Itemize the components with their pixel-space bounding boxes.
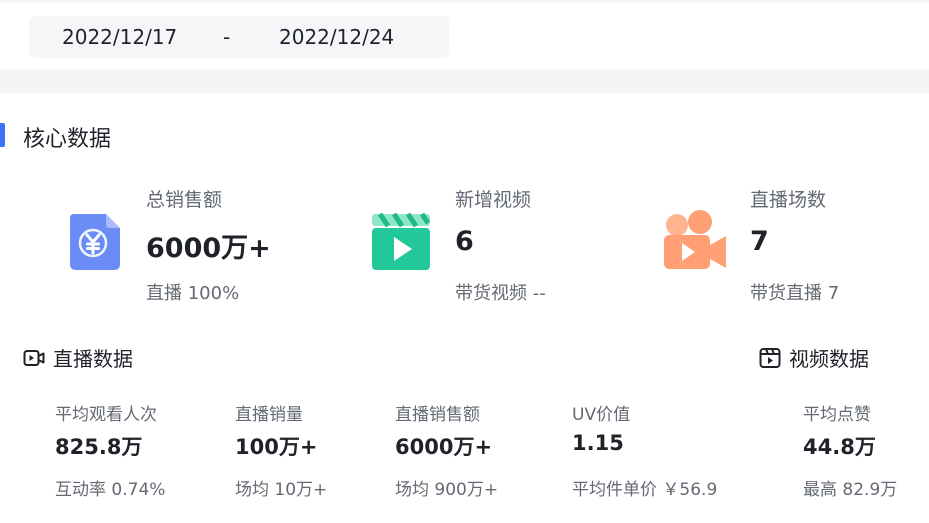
video-data-title: 视频数据: [789, 347, 869, 371]
kpi-value-total-sales: 6000万+: [146, 233, 271, 264]
kpi-value-live-sessions: 7: [750, 226, 769, 257]
date-filter-card: 2022/12/17 - 2022/12/24: [0, 3, 929, 69]
video-clapper-icon: [759, 347, 781, 368]
metric-label-avg-likes: 平均点赞: [803, 405, 871, 425]
metric-sub-live-volume: 场均 10万+: [235, 480, 328, 500]
kpi-label-live-sessions: 直播场数: [750, 189, 827, 211]
date-separator: -: [223, 25, 231, 49]
metric-value-live-volume: 100万+: [235, 435, 318, 459]
kpi-label-total-sales: 总销售额: [146, 189, 223, 211]
live-camera-icon: [23, 349, 45, 366]
metric-sub-live-sales: 场均 900万+: [395, 480, 499, 500]
date-range-picker[interactable]: 2022/12/17 - 2022/12/24: [29, 16, 449, 58]
metric-value-avg-viewers: 825.8万: [55, 435, 143, 459]
clapperboard-play-icon: [372, 212, 431, 270]
video-camera-icon: [664, 210, 726, 269]
kpi-sub-total-sales: 直播 100%: [146, 283, 240, 304]
video-data-header[interactable]: 视频数据: [759, 343, 869, 372]
metric-value-avg-likes: 44.8万: [803, 435, 876, 459]
kpi-sub-new-videos: 带货视频 --: [455, 283, 546, 304]
kpi-label-new-videos: 新增视频: [455, 189, 532, 211]
metric-label-live-volume: 直播销量: [235, 405, 303, 425]
date-start[interactable]: 2022/12/17: [62, 25, 177, 49]
metric-label-uv-value: UV价值: [572, 405, 631, 425]
section-accent-bar: [0, 123, 5, 147]
core-data-card: 核心数据 总销售额 6000万+ 直播 100% 新增视频 6 带货视频 -- …: [0, 93, 929, 523]
metric-label-avg-viewers: 平均观看人次: [55, 405, 157, 425]
date-end[interactable]: 2022/12/24: [279, 25, 394, 49]
metric-sub-avg-viewers: 互动率 0.74%: [55, 480, 166, 500]
section-title: 核心数据: [23, 127, 112, 152]
metric-value-live-sales: 6000万+: [395, 435, 493, 459]
kpi-sub-live-sessions: 带货直播 7: [750, 283, 840, 304]
live-data-header[interactable]: 直播数据: [23, 343, 133, 372]
metric-label-live-sales: 直播销售额: [395, 405, 480, 425]
metric-value-uv-value: 1.15: [572, 431, 624, 455]
metric-sub-uv-value: 平均件单价 ￥56.9: [572, 480, 718, 500]
live-data-title: 直播数据: [53, 347, 133, 371]
kpi-value-new-videos: 6: [455, 226, 474, 257]
metric-sub-avg-likes: 最高 82.9万: [803, 480, 898, 500]
yuan-document-icon: [70, 214, 120, 270]
